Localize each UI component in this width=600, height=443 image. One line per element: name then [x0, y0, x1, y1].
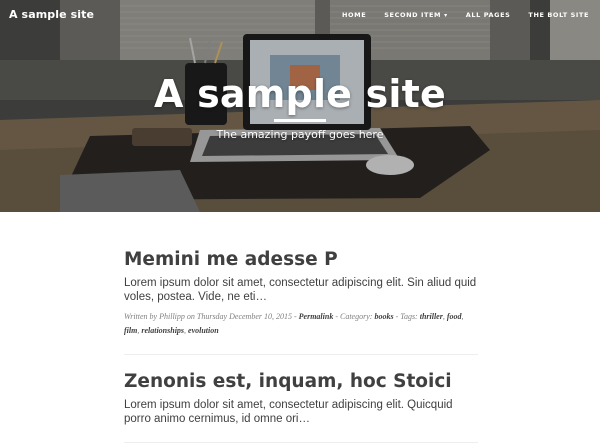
tags-prefix: - Tags: [395, 312, 418, 321]
category-link[interactable]: books [374, 312, 393, 321]
site-heading: A sample site [154, 72, 446, 116]
site-subheading: The amazing payoff goes here [216, 128, 384, 141]
post-preview: Memini me adesse P Lorem ipsum dolor sit… [124, 212, 478, 355]
hero-divider [274, 119, 326, 122]
tag-link[interactable]: thriller [420, 312, 443, 321]
tag-link[interactable]: film [124, 326, 137, 335]
category-prefix: - Category: [335, 312, 373, 321]
nav-item-all-pages[interactable]: ALL PAGES [466, 11, 511, 19]
nav-item-label: HOME [341, 11, 367, 19]
nav-item-home[interactable]: HOME [342, 11, 366, 19]
caret-down-icon: ▾ [444, 11, 448, 19]
navbar: A sample site HOME SECOND ITEM ▾ ALL PAG… [0, 0, 600, 30]
nav-item-label: SECOND ITEM [384, 11, 442, 19]
nav-menu: HOME SECOND ITEM ▾ ALL PAGES THE BOLT SI… [342, 0, 600, 30]
nav-item-second-item[interactable]: SECOND ITEM ▾ [384, 11, 448, 19]
brand-link[interactable]: A sample site [9, 8, 94, 21]
tag-link[interactable]: relationships [141, 326, 184, 335]
post-title-link[interactable]: Memini me adesse P [124, 249, 478, 271]
nav-item-label: THE BOLT SITE [528, 11, 589, 19]
post-excerpt: Lorem ipsum dolor sit amet, consectetur … [124, 399, 453, 425]
permalink-link[interactable]: Permalink [299, 312, 334, 321]
tag-link[interactable]: evolution [188, 326, 219, 335]
nav-item-the-bolt-site[interactable]: THE BOLT SITE [528, 11, 589, 19]
post-excerpt: Lorem ipsum dolor sit amet, consectetur … [124, 277, 477, 303]
post-preview: Zenonis est, inquam, hoc Stoici Lorem ip… [124, 355, 478, 443]
post-list: Memini me adesse P Lorem ipsum dolor sit… [124, 212, 478, 443]
post-byline: Written by Phillipp on Thursday December… [124, 312, 297, 321]
hero-header: A sample site HOME SECOND ITEM ▾ ALL PAG… [0, 0, 600, 212]
post-title-link[interactable]: Zenonis est, inquam, hoc Stoici [124, 371, 478, 393]
tag-link[interactable]: food [447, 312, 462, 321]
nav-item-label: ALL PAGES [465, 11, 511, 19]
post-meta: Written by Phillipp on Thursday December… [124, 312, 464, 335]
